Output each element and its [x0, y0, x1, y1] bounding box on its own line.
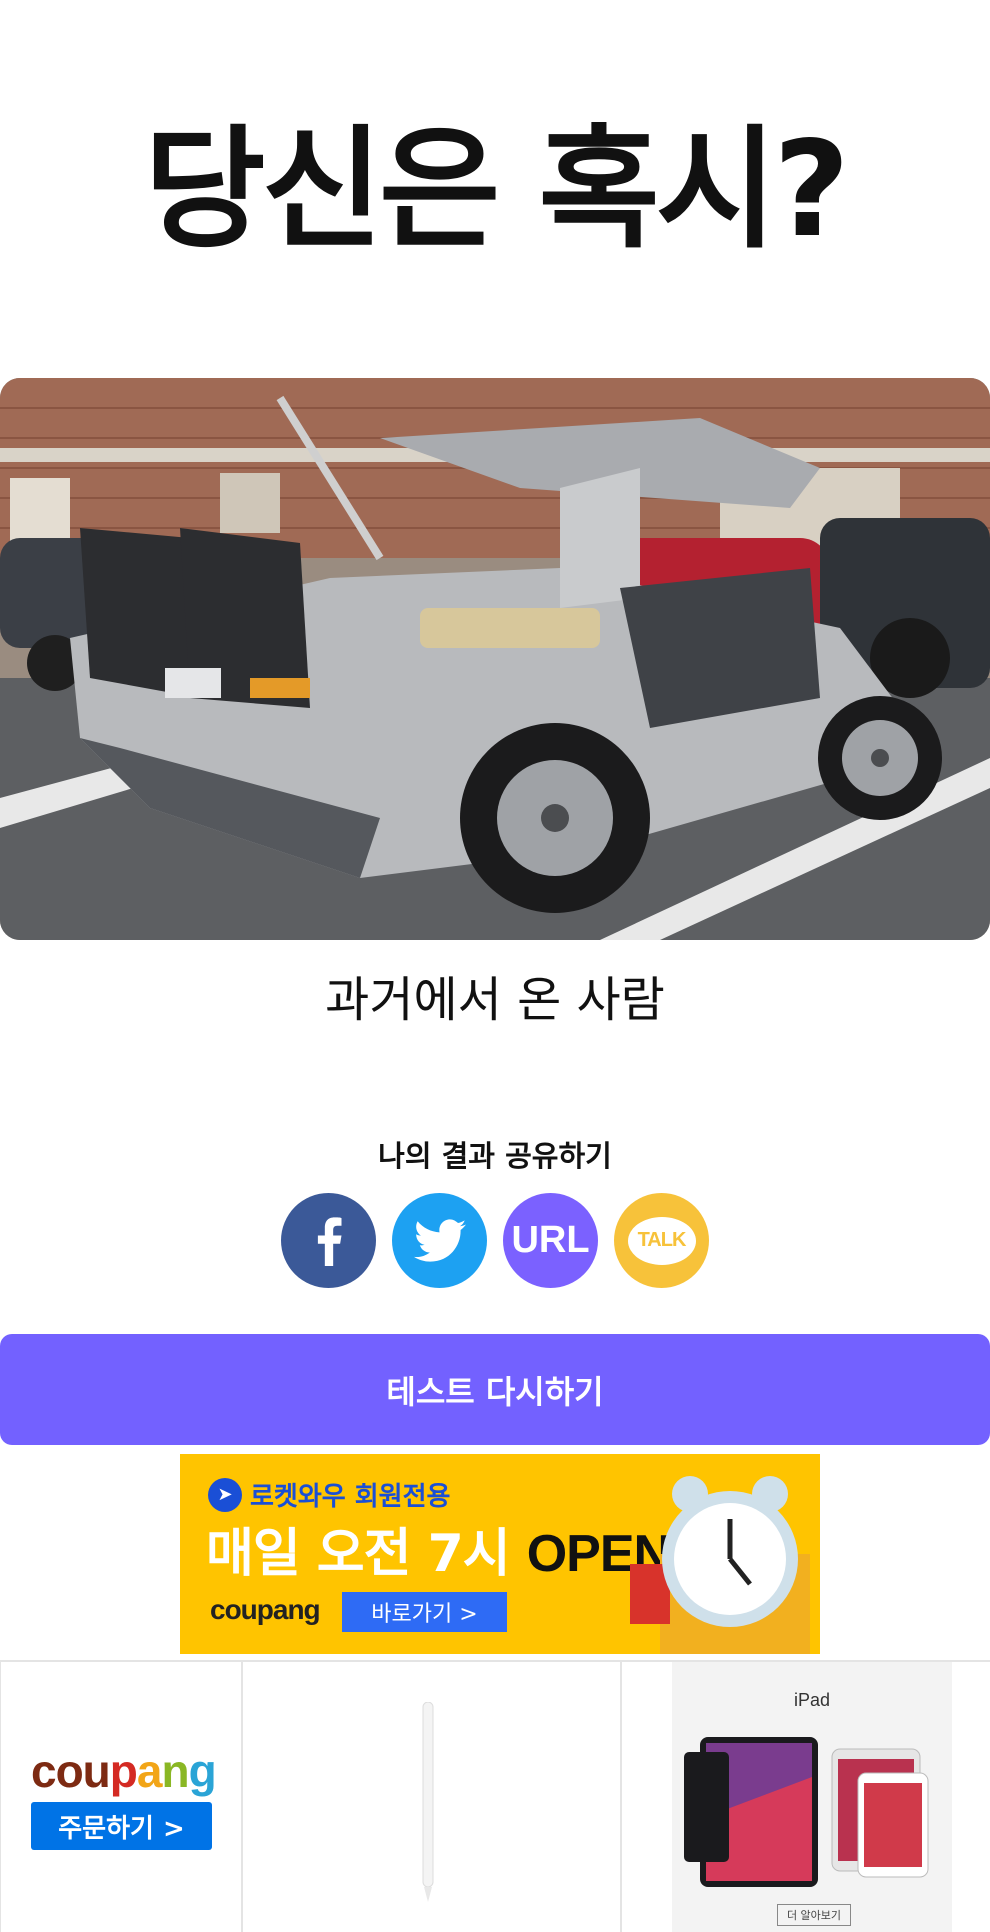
- delorean-photo: [0, 378, 990, 940]
- product-strip: coupang 주문하기 > iPad 더 알아보기: [0, 1660, 990, 1932]
- page-title: 당신은 혹시?: [144, 113, 850, 267]
- product-ipad[interactable]: iPad 더 알아보기: [620, 1662, 990, 1932]
- share-title: 나의 결과 공유하기: [378, 1139, 612, 1173]
- ipad-label: iPad: [793, 1690, 831, 1710]
- logo-part: a: [136, 1745, 163, 1797]
- logo-part: n: [161, 1745, 189, 1797]
- order-button[interactable]: 주문하기 >: [31, 1802, 212, 1850]
- url-share-button[interactable]: URL: [503, 1193, 598, 1288]
- kakaotalk-icon: TALK: [627, 1216, 696, 1265]
- twitter-icon: [413, 1218, 466, 1262]
- ad-headline-white: 매일 오전 7시: [206, 1524, 511, 1584]
- ipad-devices-image: [684, 1737, 929, 1887]
- retry-test-button[interactable]: 테스트 다시하기: [0, 1334, 990, 1445]
- result-name: 과거에서 온 사람: [325, 972, 665, 1028]
- facebook-share-button[interactable]: [281, 1193, 376, 1288]
- logo-part: g: [188, 1745, 217, 1797]
- ad-go-button[interactable]: 바로가기 >: [342, 1592, 507, 1632]
- alarm-clock-icon: [630, 1476, 810, 1654]
- logo-part: cou: [31, 1745, 111, 1797]
- rocket-icon: ➤: [208, 1477, 242, 1512]
- ad-brand: coupang: [210, 1594, 321, 1625]
- coupang-order-card[interactable]: coupang 주문하기 >: [0, 1662, 241, 1932]
- share-buttons: URL TALK: [0, 1193, 990, 1288]
- coupang-logo: coupang: [31, 1744, 217, 1798]
- ad-tag: ➤ 로켓와우 회원전용: [208, 1476, 450, 1513]
- logo-part: p: [109, 1745, 138, 1797]
- ad-tag-label: 로켓와우 회원전용: [250, 1482, 451, 1512]
- twitter-share-button[interactable]: [392, 1193, 487, 1288]
- coupang-ad-banner[interactable]: ➤ 로켓와우 회원전용 매일 오전 7시 OPEN coupang 바로가기 >: [180, 1454, 820, 1654]
- ipad-more-button[interactable]: 더 알아보기: [777, 1904, 851, 1926]
- ipad-image: iPad 더 알아보기: [672, 1662, 952, 1932]
- apple-pencil-image: [422, 1702, 434, 1902]
- kakaotalk-share-button[interactable]: TALK: [614, 1193, 709, 1288]
- facebook-icon: [317, 1216, 341, 1266]
- ad-headline: 매일 오전 7시 OPEN: [206, 1519, 671, 1589]
- result-image: [0, 378, 990, 940]
- product-apple-pencil[interactable]: [241, 1662, 620, 1932]
